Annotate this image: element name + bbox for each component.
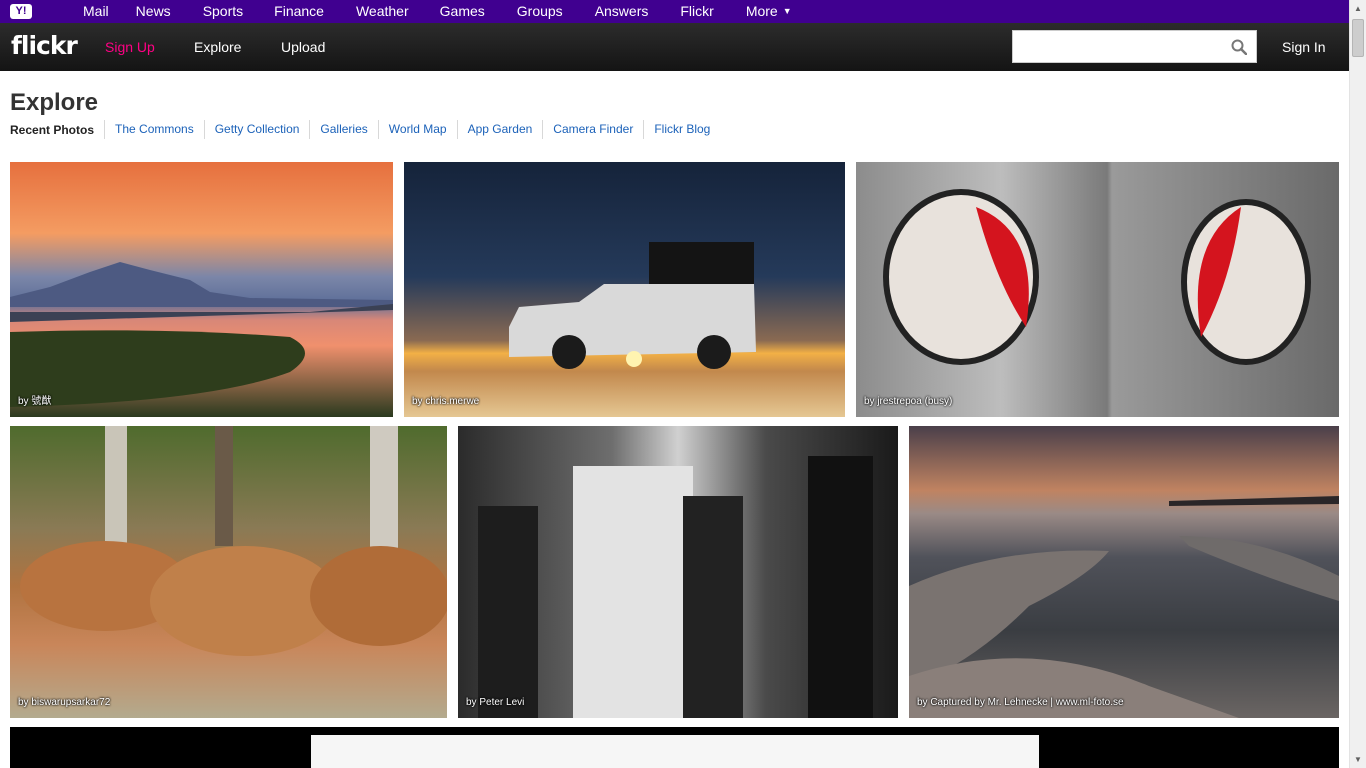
tab-camera-finder[interactable]: Camera Finder <box>542 120 643 139</box>
yahoo-link-mail[interactable]: Mail <box>83 0 109 23</box>
yahoo-link-weather[interactable]: Weather <box>356 0 409 23</box>
flickr-logo[interactable]: flickr <box>11 31 78 60</box>
tab-flickr-blog[interactable]: Flickr Blog <box>643 120 720 139</box>
tab-app-garden[interactable]: App Garden <box>456 120 543 139</box>
photo-attribution[interactable]: by jrestrepoa (busy) <box>864 396 952 407</box>
yahoo-link-games[interactable]: Games <box>440 0 485 23</box>
explore-subnav: Recent Photos The Commons Getty Collecti… <box>10 120 720 139</box>
yahoo-link-groups[interactable]: Groups <box>517 0 563 23</box>
bottom-banner <box>10 727 1339 768</box>
yahoo-nav: Mail News Sports Finance Weather Games G… <box>48 0 792 23</box>
tab-the-commons[interactable]: The Commons <box>104 120 204 139</box>
explore-link[interactable]: Explore <box>194 23 241 71</box>
photo-attribution[interactable]: by Peter Levi <box>466 697 524 708</box>
scrollbar-thumb[interactable] <box>1352 19 1364 57</box>
chevron-down-icon: ▼ <box>782 6 792 16</box>
yahoo-link-sports[interactable]: Sports <box>203 0 243 23</box>
flickr-header: flickr Sign Up Explore Upload Sign In <box>0 23 1349 71</box>
yahoo-link-news[interactable]: News <box>136 0 171 23</box>
signin-link[interactable]: Sign In <box>1282 23 1326 71</box>
search-box <box>1012 30 1257 63</box>
page: { "yahoo_bar": { "logo": "Y!", "links": … <box>0 0 1366 768</box>
photo-attribution[interactable]: by chris.merwe <box>412 396 479 407</box>
yahoo-more-label: More <box>745 3 778 19</box>
tab-world-map[interactable]: World Map <box>377 120 457 139</box>
scroll-down-arrow-icon[interactable]: ▼ <box>1350 751 1366 768</box>
search-input[interactable] <box>1013 31 1223 62</box>
photo-butterflies[interactable]: by jrestrepoa (busy) <box>856 162 1339 417</box>
signup-link[interactable]: Sign Up <box>105 23 155 71</box>
photo-attribution[interactable]: by 號猷 <box>18 392 51 407</box>
butterfly-shapes <box>883 189 1311 365</box>
scroll-up-arrow-icon[interactable]: ▲ <box>1350 0 1366 17</box>
photo-street-performers[interactable]: by Peter Levi <box>458 426 898 718</box>
photo-sunset-lake[interactable]: by 號猷 <box>10 162 393 417</box>
truck-silhouette <box>509 242 756 369</box>
deer-shapes <box>20 426 447 656</box>
search-icon[interactable] <box>1231 39 1247 55</box>
photo-attribution[interactable]: by biswarupsarkar72 <box>18 697 110 708</box>
photo-deer-herd[interactable]: by biswarupsarkar72 <box>10 426 447 718</box>
yahoo-link-finance[interactable]: Finance <box>274 0 324 23</box>
tab-galleries[interactable]: Galleries <box>309 120 377 139</box>
vertical-scrollbar[interactable]: ▲ ▼ <box>1349 0 1366 768</box>
photo-truck-sunset[interactable]: by chris.merwe <box>404 162 845 417</box>
photo-rocky-shore[interactable]: by Captured by Mr. Lehnecke | www.ml-fot… <box>909 426 1339 718</box>
upload-link[interactable]: Upload <box>281 23 325 71</box>
photo-attribution[interactable]: by Captured by Mr. Lehnecke | www.ml-fot… <box>917 697 1124 708</box>
shore-shapes <box>909 496 1339 718</box>
mountain-silhouette <box>10 262 393 407</box>
yahoo-link-flickr[interactable]: Flickr <box>680 0 713 23</box>
yahoo-more-menu[interactable]: More ▼ <box>746 0 792 23</box>
yahoo-logo-icon[interactable]: Y! <box>10 4 32 19</box>
yahoo-link-answers[interactable]: Answers <box>595 0 649 23</box>
page-title: Explore <box>10 89 99 116</box>
tab-getty-collection[interactable]: Getty Collection <box>203 120 310 139</box>
ad-slot[interactable] <box>311 735 1039 768</box>
people-silhouettes <box>478 456 873 718</box>
yahoo-bar: Y! Mail News Sports Finance Weather Game… <box>0 0 1349 23</box>
tab-recent-photos: Recent Photos <box>10 122 95 137</box>
